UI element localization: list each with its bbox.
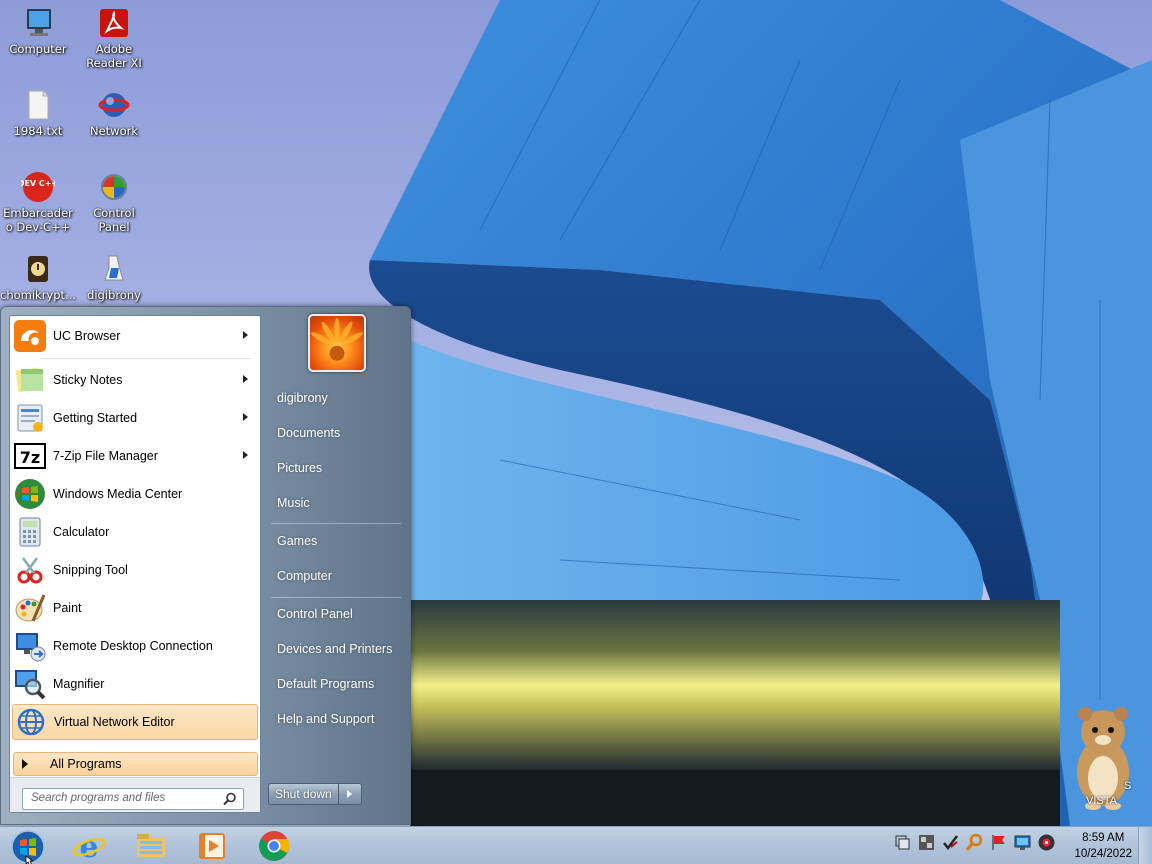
program-sticky-notes[interactable]: Sticky Notes [12, 362, 258, 398]
link-control-panel[interactable]: Control Panel [277, 607, 353, 621]
desktop-icon-devcpp[interactable]: DEV C++ Embarcadero Dev-C++ [0, 170, 76, 234]
desktop-icon-control-panel[interactable]: Control Panel [76, 170, 152, 234]
snipping-tool-icon [17, 557, 43, 584]
shutdown-options-button[interactable] [339, 784, 361, 804]
search-area: Search programs and files [10, 777, 260, 812]
submenu-arrow-icon[interactable] [243, 331, 248, 339]
chomikrypt-icon [28, 256, 48, 282]
uc-browser-icon [14, 320, 46, 352]
program-remote-desktop[interactable]: Remote Desktop Connection [12, 628, 258, 664]
user-folder-icon [104, 255, 124, 281]
shutdown-button-group: Shut down [268, 783, 362, 805]
program-7zip[interactable]: 7z 7-Zip File Manager [12, 438, 258, 474]
link-games[interactable]: Games [277, 534, 317, 548]
search-icon[interactable] [223, 792, 237, 806]
link-pictures[interactable]: Pictures [277, 461, 322, 475]
start-menu-programs-pane: UC Browser Sticky Notes Getting Started [9, 315, 261, 813]
search-input[interactable]: Search programs and files [22, 788, 244, 810]
desktop-icon-computer[interactable]: Computer [0, 6, 76, 56]
internet-explorer-icon[interactable]: e [72, 829, 106, 863]
link-computer[interactable]: Computer [277, 569, 332, 583]
separator [271, 523, 401, 524]
network-icon [98, 93, 130, 117]
network-monitor-icon[interactable] [1013, 833, 1032, 852]
link-help-support[interactable]: Help and Support [277, 712, 374, 726]
shutdown-button[interactable]: Shut down [269, 784, 340, 804]
text-file-icon [28, 90, 49, 120]
paint-icon [15, 594, 46, 622]
desktop-icon-network[interactable]: Network [76, 88, 152, 138]
show-desktop-button[interactable] [1138, 827, 1152, 864]
action-center-flag-icon[interactable] [989, 833, 1008, 852]
separator [40, 358, 252, 359]
program-virtual-network-editor[interactable]: Virtual Network Editor [12, 704, 258, 740]
copy-windows-icon[interactable] [893, 833, 912, 852]
submenu-arrow-icon[interactable] [243, 413, 248, 421]
desktop-icon-chomikrypt[interactable]: chomikrypt... [0, 252, 76, 302]
flower-avatar-icon [311, 317, 363, 361]
desktop-icon-1984-txt[interactable]: 1984.txt [0, 88, 76, 138]
getting-started-icon [17, 404, 43, 432]
calculator-icon [19, 517, 41, 547]
clock-date: 10/24/2022 [1074, 848, 1132, 860]
control-panel-icon [101, 174, 127, 200]
volume-speaker-icon[interactable] [1037, 833, 1056, 852]
start-button[interactable] [6, 828, 46, 864]
sticky-notes-icon [15, 367, 43, 393]
app-grid-icon[interactable] [917, 833, 936, 852]
all-programs-button[interactable]: All Programs [13, 752, 258, 776]
devcpp-icon: DEV C++ [21, 172, 55, 202]
clock-time: 8:59 AM [1082, 832, 1125, 844]
magnifier-icon [15, 670, 46, 700]
remote-desktop-icon [16, 633, 46, 662]
submenu-arrow-icon[interactable] [243, 375, 248, 383]
gadget-text-vista: VISTA [1086, 795, 1117, 807]
submenu-arrow-icon[interactable] [243, 451, 248, 459]
system-tray [893, 833, 1056, 852]
program-magnifier[interactable]: Magnifier [12, 666, 258, 702]
separator [271, 597, 401, 598]
chevron-right-icon [347, 790, 353, 798]
program-calculator[interactable]: Calculator [12, 514, 258, 550]
windows-media-center-icon [15, 479, 45, 509]
link-music[interactable]: Music [277, 496, 310, 510]
7zip-icon: 7z [14, 443, 46, 469]
taskbar-clock[interactable]: 8:59 AM 10/24/2022 [1074, 830, 1132, 862]
link-user-folder[interactable]: digibrony [277, 391, 328, 405]
desktop-icon-adobe-reader[interactable]: Adobe Reader XI [76, 6, 152, 70]
media-player-icon[interactable] [195, 829, 229, 863]
program-uc-browser[interactable]: UC Browser [12, 318, 258, 354]
gadget-text-s: S [1124, 780, 1132, 792]
link-devices-printers[interactable]: Devices and Printers [277, 642, 392, 656]
checkmark-pen-icon[interactable] [941, 833, 960, 852]
link-documents[interactable]: Documents [277, 426, 340, 440]
file-explorer-icon[interactable] [134, 829, 168, 863]
program-snipping-tool[interactable]: Snipping Tool [12, 552, 258, 588]
devcpp-icon-text: DEV C++ [21, 179, 55, 188]
program-getting-started[interactable]: Getting Started [12, 400, 258, 436]
adobe-reader-icon [100, 9, 128, 37]
start-menu: UC Browser Sticky Notes Getting Started [0, 306, 411, 825]
triangle-right-icon [22, 759, 28, 769]
program-paint[interactable]: Paint [12, 590, 258, 626]
svg-text:e: e [79, 830, 98, 863]
taskbar: e 8:59 AM 10/24/2022 [0, 826, 1152, 864]
link-default-programs[interactable]: Default Programs [277, 677, 374, 691]
computer-icon [27, 9, 51, 36]
search-key-icon[interactable] [965, 833, 984, 852]
program-windows-media-center[interactable]: Windows Media Center [12, 476, 258, 512]
globe-network-icon [17, 708, 45, 736]
user-avatar[interactable] [308, 314, 366, 372]
7zip-icon-text: 7z [20, 448, 40, 467]
chrome-icon[interactable] [257, 829, 291, 863]
desktop-icon-digibrony[interactable]: digibrony [76, 252, 152, 302]
